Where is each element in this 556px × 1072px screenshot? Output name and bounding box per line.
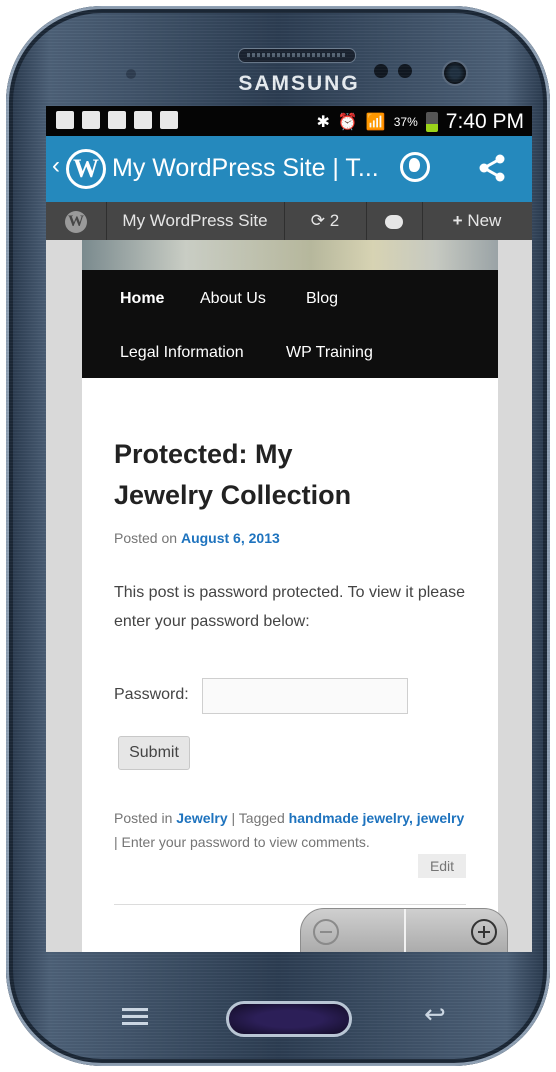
admin-new[interactable]: + New: [422, 202, 532, 240]
posted-in-label: Posted in: [114, 810, 173, 826]
zoom-separator: [404, 909, 406, 952]
mail-icon: [160, 111, 178, 129]
post-date-link[interactable]: August 6, 2013: [181, 530, 280, 546]
wordpress-icon: W: [65, 210, 87, 233]
admin-updates[interactable]: ⟳ 2: [284, 202, 367, 240]
status-bar: ✱ ⏰ 📶 37% 7:40 PM: [46, 106, 532, 136]
nav-item-legal-information[interactable]: Legal Information: [120, 344, 244, 362]
admin-bar: W My WordPress Site ⟳ 2 + New: [46, 202, 532, 240]
post-title: Protected: My Jewelry Collection: [114, 434, 364, 516]
battery-percent: 37%: [393, 115, 418, 129]
nav-item-wp-training[interactable]: WP Training: [286, 344, 373, 362]
globe-icon[interactable]: [400, 152, 430, 182]
alarm-icon: ⏰: [337, 114, 358, 131]
admin-site-link[interactable]: My WordPress Site: [106, 202, 285, 240]
battery-icon: [425, 112, 438, 132]
hardware-menu-button[interactable]: [118, 1006, 154, 1028]
header-image: [82, 240, 498, 270]
edit-link[interactable]: Edit: [418, 854, 466, 878]
hardware-home-button[interactable]: [226, 1001, 352, 1037]
main-navigation: Home About Us Blog Legal Information WP …: [82, 270, 498, 378]
tagged-label: | Tagged: [231, 810, 285, 826]
comments-note: | Enter your password to view comments.: [114, 834, 370, 850]
updates-count: 2: [329, 211, 340, 230]
admin-comments[interactable]: [366, 202, 423, 240]
divider: [114, 904, 466, 905]
zoom-in-icon[interactable]: [471, 919, 497, 945]
phone-screen: ✱ ⏰ 📶 37% 7:40 PM ‹ W My WordPress Site …: [46, 106, 532, 952]
password-label: Password:: [114, 686, 189, 703]
nav-item-home[interactable]: Home: [120, 290, 164, 308]
app-bar: ‹ W My WordPress Site | T...: [46, 136, 532, 202]
submit-button[interactable]: Submit: [118, 736, 190, 770]
password-input[interactable]: [202, 678, 408, 714]
device-brand: SAMSUNG: [238, 72, 360, 95]
comment-bubble-icon: [385, 214, 403, 229]
wordpress-logo-icon[interactable]: W: [66, 149, 106, 189]
zoom-controls: [300, 908, 508, 952]
earpiece-speaker: [238, 48, 356, 63]
share-icon[interactable]: [478, 154, 506, 182]
notification-icons: [56, 111, 178, 129]
post-title-line-2: Jewelry Collection: [114, 480, 352, 510]
refresh-icon: ⟳: [310, 211, 326, 230]
download-icon: [108, 111, 126, 129]
post-meta: Posted on August 6, 2013: [114, 530, 280, 546]
category-link[interactable]: Jewelry: [176, 810, 227, 826]
zoom-out-icon[interactable]: [313, 919, 339, 945]
image-icon: [134, 111, 152, 129]
light-sensor: [398, 64, 412, 78]
post-footer: Posted in Jewelry | Tagged handmade jewe…: [114, 806, 466, 854]
bluetooth-icon: ✱: [316, 114, 330, 131]
posted-on-label: Posted on: [114, 530, 178, 546]
status-right: ✱ ⏰ 📶 37% 7:40 PM: [317, 110, 525, 134]
tag-link-jewelry[interactable]: jewelry: [417, 810, 464, 826]
page-content: Home About Us Blog Legal Information WP …: [82, 240, 498, 952]
admin-new-label: New: [467, 211, 502, 230]
notification-icon: [56, 111, 74, 129]
plus-icon: +: [452, 211, 463, 230]
chevron-left-icon[interactable]: ‹: [52, 152, 60, 180]
front-camera: [442, 60, 468, 86]
nav-item-blog[interactable]: Blog: [306, 290, 338, 308]
admin-wp-menu[interactable]: W: [46, 202, 107, 240]
protected-message: This post is password protected. To view…: [114, 584, 465, 630]
nav-item-about-us[interactable]: About Us: [200, 290, 266, 308]
notification-icon: [82, 111, 100, 129]
post-title-line-1: Protected: My: [114, 439, 293, 469]
app-title: My WordPress Site | T...: [112, 154, 379, 182]
proximity-sensor: [374, 64, 388, 78]
led-indicator: [126, 69, 136, 79]
wifi-icon: 📶: [365, 114, 386, 131]
clock: 7:40 PM: [445, 110, 524, 133]
hardware-back-icon[interactable]: ↩: [424, 1001, 464, 1027]
tag-link-handmade-jewelry[interactable]: handmade jewelry,: [289, 810, 413, 826]
